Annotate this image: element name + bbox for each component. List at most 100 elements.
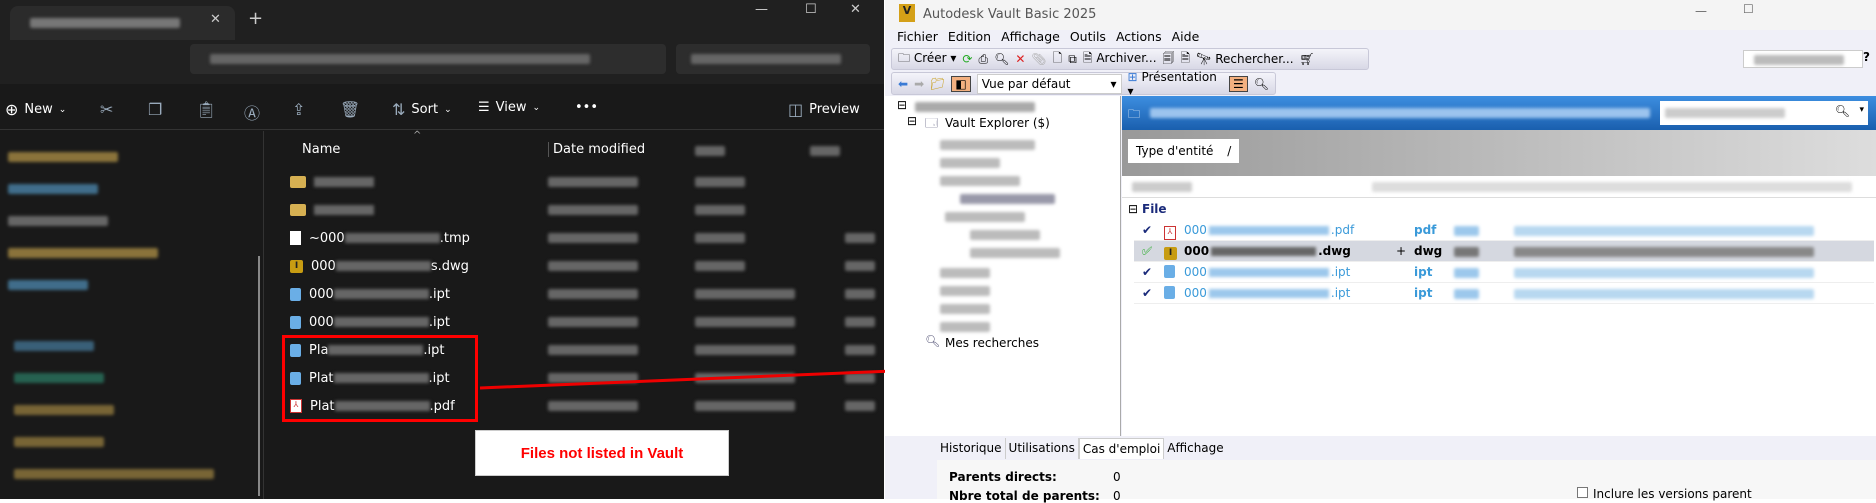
detail-tabs: Historique Utilisations Cas d'emploi Aff… [937,438,1227,459]
group-collapse-icon[interactable]: ⊟ [1128,202,1138,216]
file-row[interactable]: ~000 .tmp [290,226,470,250]
back-icon[interactable]: ⬅ [898,77,908,91]
create-button[interactable]: 🗀 Créer ▾ [898,49,956,70]
address-bar[interactable] [190,44,666,74]
vault-file-row[interactable]: ✔ ⅄ 000 .pdf pdf [1134,220,1874,241]
paste-icon[interactable]: 📋︎ [196,100,216,119]
vault-file-name: 000 .ipt [1184,265,1351,279]
menu-bar: Fichier Edition Affichage Outils Actions Aide [897,29,1209,44]
checkin-button[interactable]: 🗎 Archiver... [1083,49,1157,70]
annotation-label: Files not listed in Vault [475,430,729,476]
status-icon: ✔ [1142,223,1153,237]
search-button[interactable]: 🔭︎ Rechercher... [1196,52,1293,66]
column-date-modified[interactable]: Date modified [548,142,645,157]
sort-button[interactable]: ⇅ Sort ⌄ [392,100,452,119]
folder-file-icon [290,204,306,216]
share-icon[interactable]: ⇪ [292,100,305,119]
new-tab-icon[interactable]: + [248,8,263,29]
vault-explorer-node[interactable]: Vault Explorer ($) [945,116,1050,130]
menu-aide[interactable]: Aide [1172,29,1200,44]
quick-search-icon[interactable]: 🔍︎ [1254,77,1269,91]
file-row[interactable] [290,198,374,222]
delete-icon[interactable]: 🗑︎ [340,100,360,119]
refresh-icon[interactable]: ⟳ [962,52,972,66]
column-name[interactable]: Name [302,142,340,157]
collapse-icon[interactable]: ⊟ [907,114,917,128]
file-name: ~000 .tmp [309,230,470,246]
file-row[interactable]: I 000 s.dwg [290,254,469,278]
help-search-input[interactable] [1743,50,1863,68]
shopping-cart-icon[interactable]: 🛒︎ [1300,52,1315,66]
folder-up-icon[interactable]: 📁︎ [930,77,945,91]
minimize-icon[interactable]: — [755,2,768,17]
tab-historique[interactable]: Historique [937,438,1006,459]
menu-affichage[interactable]: Affichage [1001,29,1060,44]
view-button[interactable]: ☰ View ⌄ [478,100,540,115]
print-preview-icon[interactable]: 🔍︎ [994,52,1009,66]
file-row[interactable] [290,170,374,194]
folder-icon: 🗀 [1128,107,1141,121]
new-button[interactable]: ⊕ New ⌄ [5,100,66,119]
explorer-tab[interactable]: ✕ [10,6,235,40]
file-row[interactable]: 000 .ipt [290,282,450,306]
presentation-label: Présentation [1141,69,1217,84]
tab-cas-emploi[interactable]: Cas d'emploi [1078,438,1165,459]
forward-icon[interactable]: ➡ [914,77,924,91]
copy-icon[interactable]: ❐ [148,100,162,119]
search-dropdown-icon[interactable]: ▾ [1859,105,1864,115]
menu-fichier[interactable]: Fichier [897,29,938,44]
vault-logo-icon: V [899,4,915,22]
new-file-icon[interactable]: 🗋 [1053,49,1063,70]
collapse-icon[interactable]: ⊟ [897,98,907,112]
file-type: dwg [1414,244,1443,258]
scrollbar[interactable] [258,256,260,496]
cut-icon[interactable]: ✂ [100,100,113,119]
attach-icon[interactable]: 📎︎ [1031,52,1046,66]
toggle-pane-icon[interactable]: ◧ [951,75,971,92]
tab-utilisations[interactable]: Utilisations [1006,438,1079,459]
file-type: pdf [1414,223,1437,237]
maximize-icon[interactable]: ☐ [805,2,817,17]
undo-checkout-icon[interactable]: 🗎 [1181,49,1191,70]
file-grid: 🗀 🔍︎ ▾ Type d'entité / ⊟ File ✔ ⅄ 000 .pdf pd… [1122,96,1876,436]
vault-file-row[interactable]: ✔ 000 .ipt ipt [1134,283,1874,304]
vault-file-row[interactable]: ✅︎ I 000 .dwg + dwg [1134,241,1874,262]
rename-icon[interactable]: Ⓐ [244,100,260,124]
vault-file-row[interactable]: ✔ 000 .ipt ipt [1134,262,1874,283]
close-tab-icon[interactable]: ✕ [210,12,221,27]
file-name [314,175,374,190]
tab-affichage[interactable]: Affichage [1164,438,1226,459]
search-input[interactable] [676,44,870,74]
group-by-chip[interactable]: Type d'entité / [1128,139,1240,163]
include-versions-checkbox[interactable] [1577,487,1588,498]
maximize-icon[interactable]: ☐ [1743,2,1754,16]
total-parents-value: 0 [1113,489,1121,503]
preview-button[interactable]: ◫ Preview [788,100,860,119]
menu-edition[interactable]: Edition [948,29,991,44]
menu-actions[interactable]: Actions [1116,29,1162,44]
help-icon[interactable]: ? [1863,50,1870,64]
presentation-button[interactable]: ⊞ Présentation ▾ [1128,70,1223,98]
file-row[interactable]: 000 .ipt [290,310,450,334]
minimize-icon[interactable]: — [1695,4,1707,18]
my-searches-node[interactable]: Mes recherches [945,336,1039,350]
quick-search-input[interactable]: 🔍︎ ▾ [1660,101,1868,125]
delete-icon[interactable]: ✕ [1015,52,1025,66]
view-select[interactable]: Vue par défaut ▾ [976,73,1122,94]
file-name [314,203,374,218]
vault-icon: 🗔 [925,116,939,130]
preview-pane-icon[interactable]: ☰ [1229,75,1248,92]
checkout-icon[interactable]: 🗐 [1163,49,1175,70]
direct-parents-label: Parents directs: [949,470,1057,484]
copy-design-icon[interactable]: ⧉ [1068,52,1077,67]
more-options-button[interactable]: ••• [575,100,598,115]
file-name: 000 s.dwg [311,258,469,274]
saved-search-icon: 🔍︎ [925,334,941,348]
search-icon[interactable]: 🔍︎ [1835,104,1850,118]
group-file-label: File [1142,202,1167,216]
print-icon[interactable]: ⎙ [978,52,988,67]
navigation-toolbar: ⬅ ➡ 📁︎ ◧ Vue par défaut ▾ ⊞ Présentation … [891,70,1276,98]
preview-pane-icon: ◫ [788,100,804,119]
close-window-icon[interactable]: ✕ [850,2,861,17]
menu-outils[interactable]: Outils [1070,29,1106,44]
